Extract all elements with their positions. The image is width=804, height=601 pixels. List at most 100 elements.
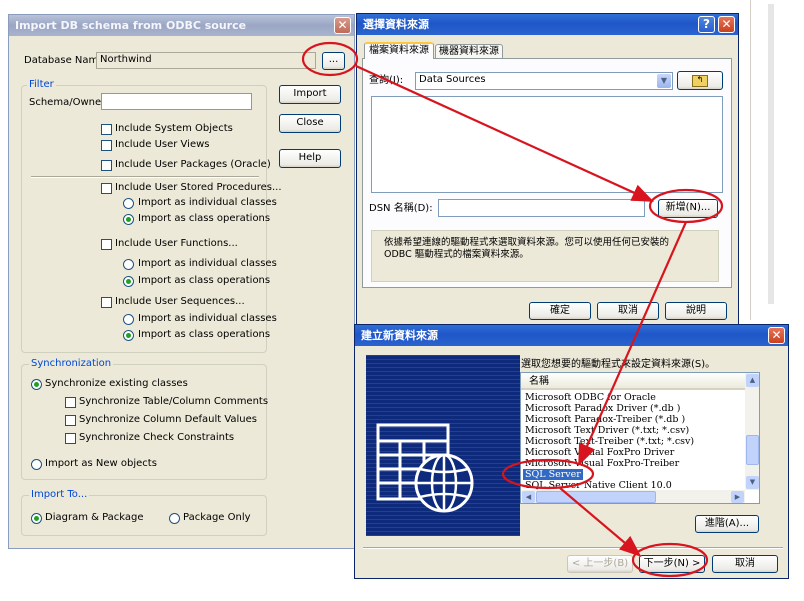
include-user-views-checkbox[interactable] xyxy=(101,140,112,151)
include-system-objects-label: Include System Objects xyxy=(115,123,233,134)
include-sequences-label: Include User Sequences... xyxy=(115,296,245,307)
lookin-dropdown[interactable]: Data Sources xyxy=(415,72,673,90)
hscroll-thumb[interactable] xyxy=(536,491,656,503)
help-button[interactable]: Help xyxy=(279,149,341,168)
background-scrollbar xyxy=(768,4,774,304)
driver-list[interactable]: 名稱 Microsoft ODBC for Oracle Microsoft P… xyxy=(520,372,760,504)
include-functions-checkbox[interactable] xyxy=(101,239,112,250)
sync-constraints-checkbox[interactable] xyxy=(65,433,76,444)
diagram-package-radio[interactable] xyxy=(31,513,42,524)
synchronization-group-label: Synchronization xyxy=(29,358,114,370)
import-button[interactable]: Import xyxy=(279,85,341,104)
wizard-database-illustration xyxy=(366,355,520,536)
include-user-packages-checkbox[interactable] xyxy=(101,160,112,171)
import-new-radio[interactable] xyxy=(31,459,42,470)
list-item[interactable]: Microsoft Visual FoxPro Driver xyxy=(525,447,674,458)
include-sequences-checkbox[interactable] xyxy=(101,297,112,308)
list-item[interactable]: Microsoft Text-Treiber (*.txt; *.csv) xyxy=(525,436,694,447)
create-new-data-source-dialog: 建立新資料來源 ✕ 選取您想要的驅動程式來設定資料來源(S)。 名稱 Micro… xyxy=(354,324,789,579)
import-dialog-titlebar[interactable]: Import DB schema from ODBC source xyxy=(9,15,354,36)
scroll-down-arrow[interactable]: ▼ xyxy=(746,476,759,489)
close-button[interactable]: Close xyxy=(279,114,341,133)
driver-name-column-header: 名稱 xyxy=(529,376,549,387)
sync-existing-radio[interactable] xyxy=(31,379,42,390)
advanced-button[interactable]: 進階(A)... xyxy=(695,515,759,533)
lookin-label: 查詢(I): xyxy=(369,75,404,86)
fn-operations-radio[interactable] xyxy=(123,276,134,287)
cancel-button[interactable]: 取消 xyxy=(712,555,778,573)
seq-individual-radio[interactable] xyxy=(123,314,134,325)
ok-button[interactable]: 確定 xyxy=(529,302,591,320)
include-functions-label: Include User Functions... xyxy=(115,238,238,249)
help-button[interactable]: 說明 xyxy=(665,302,727,320)
sync-defaults-label: Synchronize Column Default Values xyxy=(79,414,258,425)
list-item[interactable]: Microsoft Paradox-Treiber (*.db ) xyxy=(525,414,685,425)
close-icon[interactable]: ✕ xyxy=(718,16,735,33)
list-item[interactable]: Microsoft Visual FoxPro-Treiber xyxy=(525,458,679,469)
filter-group-label: Filter xyxy=(27,79,56,91)
close-icon[interactable]: ✕ xyxy=(768,327,785,344)
list-item[interactable]: Microsoft Paradox Driver (*.db ) xyxy=(525,403,680,414)
scroll-left-arrow[interactable]: ◀ xyxy=(522,491,535,503)
list-item[interactable]: Microsoft ODBC for Oracle xyxy=(525,392,656,403)
sync-existing-label: Synchronize existing classes xyxy=(45,378,188,389)
import-new-label: Import as New objects xyxy=(45,458,157,469)
description-box: 依據希望連線的驅動程式來選取資料來源。您可以使用任何已安裝的 ODBC 驅動程式… xyxy=(371,230,719,282)
include-stored-procedures-checkbox[interactable] xyxy=(101,183,112,194)
include-system-objects-checkbox[interactable] xyxy=(101,124,112,135)
dsn-name-field[interactable] xyxy=(438,199,645,217)
sp-individual-radio[interactable] xyxy=(123,198,134,209)
sync-constraints-label: Synchronize Check Constraints xyxy=(79,432,235,443)
import-dialog-title: Import DB schema from ODBC source xyxy=(15,19,247,32)
fn-individual-radio[interactable] xyxy=(123,259,134,270)
schema-owner-field[interactable] xyxy=(101,93,252,110)
import-db-schema-dialog: Import DB schema from ODBC source ✕ Data… xyxy=(8,14,355,549)
include-stored-procedures-label: Include User Stored Procedures... xyxy=(115,182,282,193)
select-data-source-dialog: 選擇資料來源 ? ✕ 檔案資料來源 機器資料來源 查詢(I): Data Sou… xyxy=(356,13,739,326)
wizard-titlebar[interactable]: 建立新資料來源 xyxy=(355,325,788,346)
chevron-down-icon[interactable]: ▼ xyxy=(657,74,671,88)
close-icon[interactable]: ✕ xyxy=(334,17,351,34)
cancel-button[interactable]: 取消 xyxy=(597,302,659,320)
description-text: 依據希望連線的驅動程式來選取資料來源。您可以使用任何已安裝的 ODBC 驅動程式… xyxy=(384,237,670,260)
filter-divider xyxy=(31,176,259,178)
seq-operations-radio[interactable] xyxy=(123,330,134,341)
lookin-value: Data Sources xyxy=(419,74,486,85)
back-button[interactable]: < 上一步(B) xyxy=(567,555,633,573)
fn-operations-label: Import as class operations xyxy=(138,275,271,286)
dsn-name-label: DSN 名稱(D): xyxy=(369,203,433,214)
seq-individual-label: Import as individual classes xyxy=(138,313,277,324)
vertical-scrollbar[interactable]: ▲ ▼ xyxy=(745,373,759,490)
dsn-dialog-titlebar[interactable]: 選擇資料來源 xyxy=(357,14,738,35)
folder-up-icon: ↰ xyxy=(692,75,708,87)
diagram-package-label: Diagram & Package xyxy=(45,512,144,523)
package-only-radio[interactable] xyxy=(169,513,180,524)
new-button[interactable]: 新增(N)... xyxy=(658,199,718,218)
horizontal-scrollbar[interactable]: ◀ ▶ xyxy=(521,490,745,503)
tab-machine-label: 機器資料來源 xyxy=(439,46,499,57)
tab-file-data-source[interactable]: 檔案資料來源 xyxy=(364,42,434,59)
driver-list-header[interactable]: 名稱 xyxy=(521,373,745,390)
sync-comments-checkbox[interactable] xyxy=(65,397,76,408)
database-name-field[interactable]: Northwind xyxy=(96,52,316,69)
help-question-icon[interactable]: ? xyxy=(698,16,715,33)
scroll-up-arrow[interactable]: ▲ xyxy=(746,374,759,387)
file-list[interactable] xyxy=(371,96,723,193)
sync-defaults-checkbox[interactable] xyxy=(65,415,76,426)
tab-machine-data-source[interactable]: 機器資料來源 xyxy=(435,44,503,59)
tab-file-label: 檔案資料來源 xyxy=(369,45,429,56)
list-item-selected[interactable]: SQL Server xyxy=(523,469,583,480)
sp-operations-radio[interactable] xyxy=(123,214,134,225)
next-button[interactable]: 下一步(N) > xyxy=(639,555,705,573)
scroll-right-arrow[interactable]: ▶ xyxy=(731,491,744,503)
folder-up-button[interactable]: ↰ xyxy=(677,71,723,90)
package-only-label: Package Only xyxy=(183,512,251,523)
sp-operations-label: Import as class operations xyxy=(138,213,271,224)
seq-operations-label: Import as class operations xyxy=(138,329,271,340)
schema-owner-label: Schema/Owner: xyxy=(29,97,109,108)
browse-button[interactable]: ... xyxy=(322,52,345,70)
wizard-divider xyxy=(363,547,783,549)
fn-individual-label: Import as individual classes xyxy=(138,258,277,269)
scroll-thumb[interactable] xyxy=(746,435,759,465)
list-item[interactable]: Microsoft Text Driver (*.txt; *.csv) xyxy=(525,425,689,436)
